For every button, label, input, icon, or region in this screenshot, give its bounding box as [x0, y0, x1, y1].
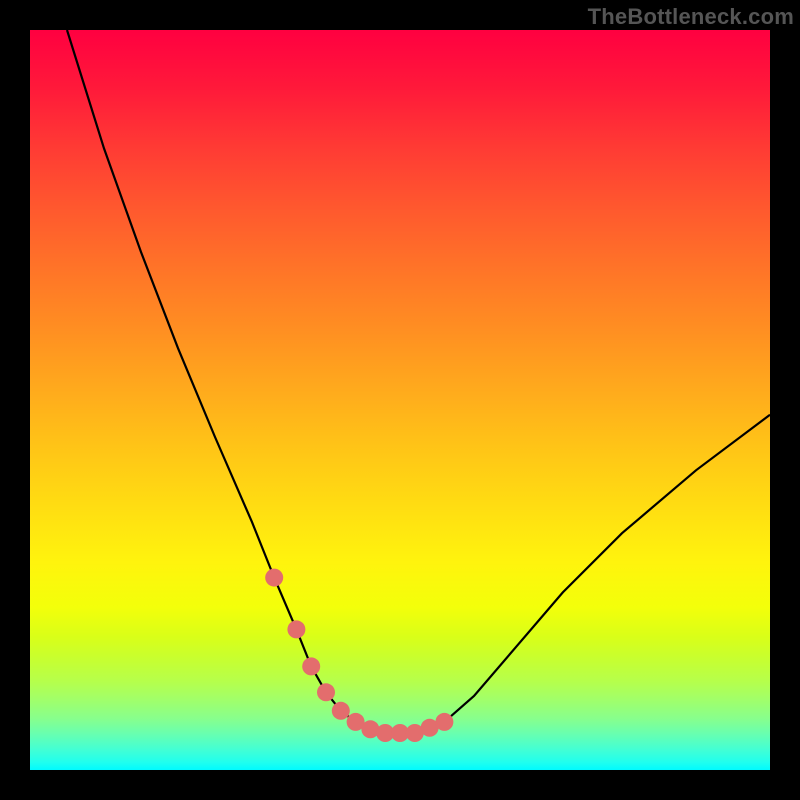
- data-marker: [287, 620, 305, 638]
- marker-group: [265, 569, 453, 742]
- chart-frame: TheBottleneck.com: [0, 0, 800, 800]
- chart-svg: [30, 30, 770, 770]
- data-marker: [302, 657, 320, 675]
- data-marker: [317, 683, 335, 701]
- data-marker: [265, 569, 283, 587]
- data-marker: [435, 713, 453, 731]
- data-marker: [332, 702, 350, 720]
- watermark-text: TheBottleneck.com: [588, 4, 794, 30]
- bottleneck-curve: [67, 30, 770, 733]
- plot-area: [30, 30, 770, 770]
